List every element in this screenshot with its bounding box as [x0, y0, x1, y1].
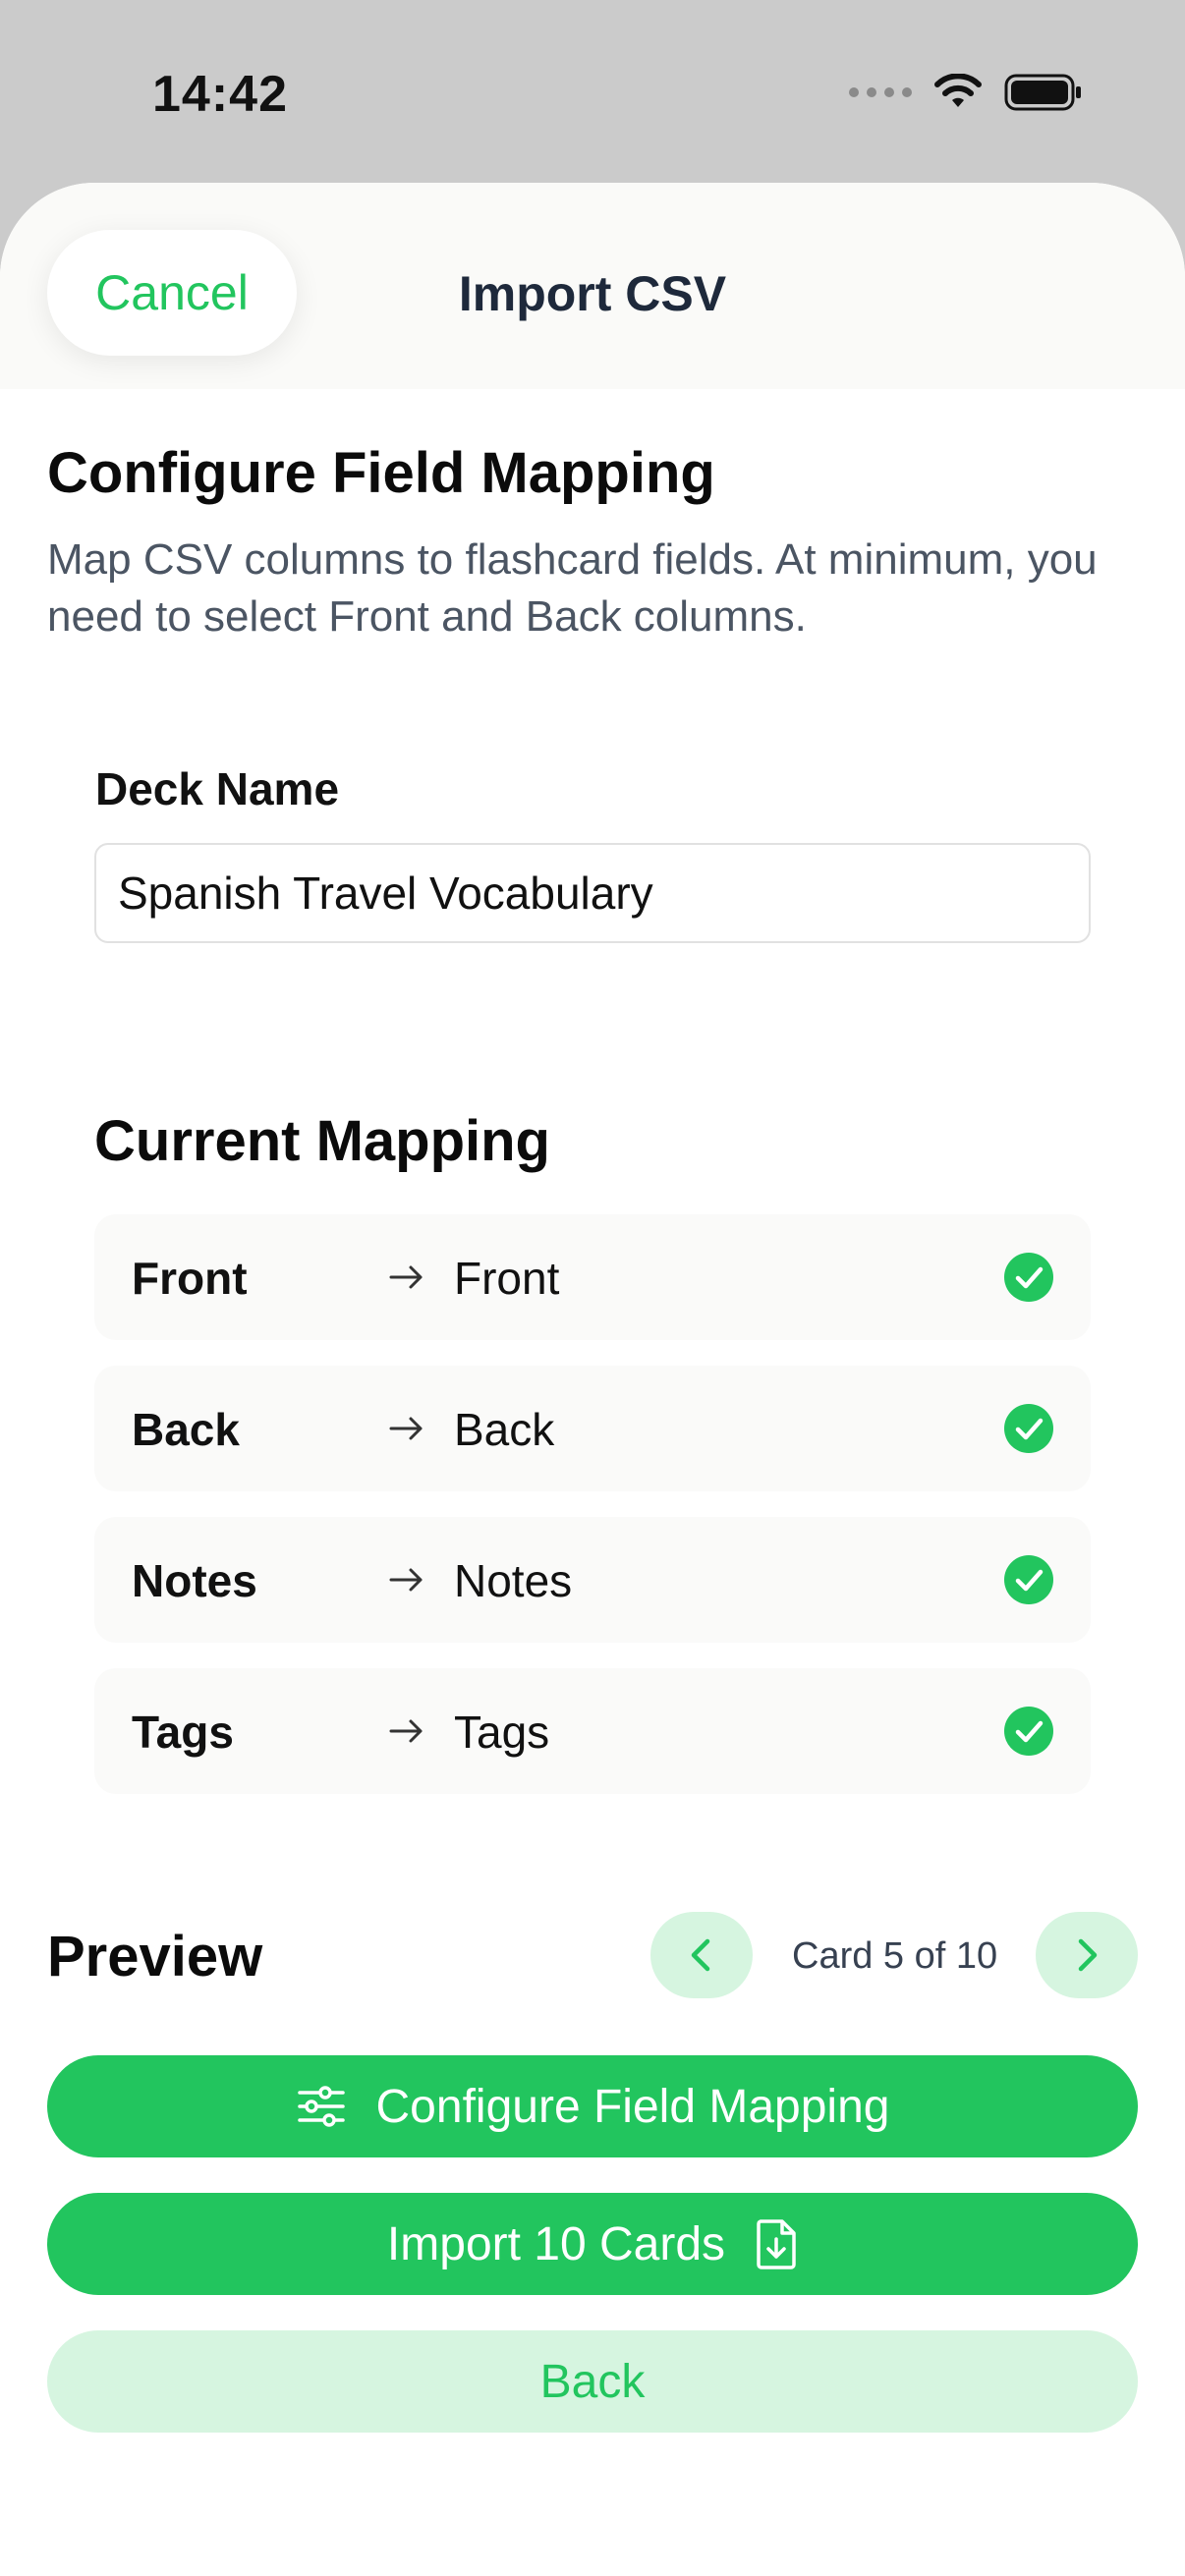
- wifi-icon: [934, 74, 982, 107]
- back-button[interactable]: Back: [47, 2330, 1138, 2433]
- mapping-target: Notes: [454, 1555, 573, 1606]
- check-circle-icon: [1004, 1707, 1053, 1756]
- mapping-row-back: Back Back: [94, 1366, 1091, 1491]
- mapping-row-front: Front Front: [94, 1214, 1091, 1340]
- mapping-row-notes: Notes Notes: [94, 1517, 1091, 1643]
- check-circle-icon: [1004, 1555, 1053, 1604]
- arrow-right-icon: [389, 1568, 423, 1592]
- page-heading: Configure Field Mapping: [47, 441, 715, 505]
- mapping-target: Tags: [454, 1707, 550, 1758]
- signal-icon: [849, 87, 912, 97]
- deck-name-input[interactable]: [94, 843, 1091, 943]
- next-card-button[interactable]: [1036, 1912, 1138, 1998]
- mapping-source: Tags: [132, 1707, 234, 1758]
- deck-name-label: Deck Name: [95, 763, 340, 814]
- chevron-right-icon: [1078, 1938, 1098, 1972]
- mapping-source: Front: [132, 1253, 248, 1304]
- nav-title: Import CSV: [458, 266, 727, 321]
- sliders-icon: [297, 2086, 345, 2127]
- preview-heading: Preview: [47, 1925, 263, 1988]
- mapping-heading: Current Mapping: [94, 1109, 550, 1173]
- mapping-target: Front: [454, 1253, 560, 1304]
- arrow-right-icon: [389, 1265, 423, 1289]
- page-description: Map CSV columns to flashcard fields. At …: [47, 535, 1098, 641]
- mapping-source: Notes: [132, 1555, 257, 1606]
- battery-icon: [1004, 74, 1081, 111]
- status-time: 14:42: [152, 66, 288, 123]
- mapping-source: Back: [132, 1404, 240, 1455]
- configure-field-mapping-button[interactable]: Configure Field Mapping: [47, 2055, 1138, 2157]
- file-download-icon: [757, 2219, 796, 2269]
- mapping-row-tags: Tags Tags: [94, 1668, 1091, 1794]
- configure-button-label: Configure Field Mapping: [375, 2080, 890, 2133]
- status-icons: [849, 73, 1083, 112]
- mapping-target: Back: [454, 1404, 555, 1455]
- status-bar: 14:42: [0, 0, 1185, 187]
- pager-label: Card 5 of 10: [792, 1935, 998, 1977]
- check-circle-icon: [1004, 1253, 1053, 1302]
- check-circle-icon: [1004, 1404, 1053, 1453]
- screen: 14:42 Cancel Import CSV Configure Field …: [0, 0, 1185, 2576]
- import-button-label: Import 10 Cards: [386, 2217, 726, 2270]
- arrow-right-icon: [389, 1719, 423, 1743]
- import-cards-button[interactable]: Import 10 Cards: [47, 2193, 1138, 2295]
- nav-bar: Cancel Import CSV: [0, 183, 1185, 389]
- previous-card-button[interactable]: [650, 1912, 753, 1998]
- chevron-left-icon: [691, 1938, 710, 1972]
- arrow-right-icon: [389, 1417, 423, 1440]
